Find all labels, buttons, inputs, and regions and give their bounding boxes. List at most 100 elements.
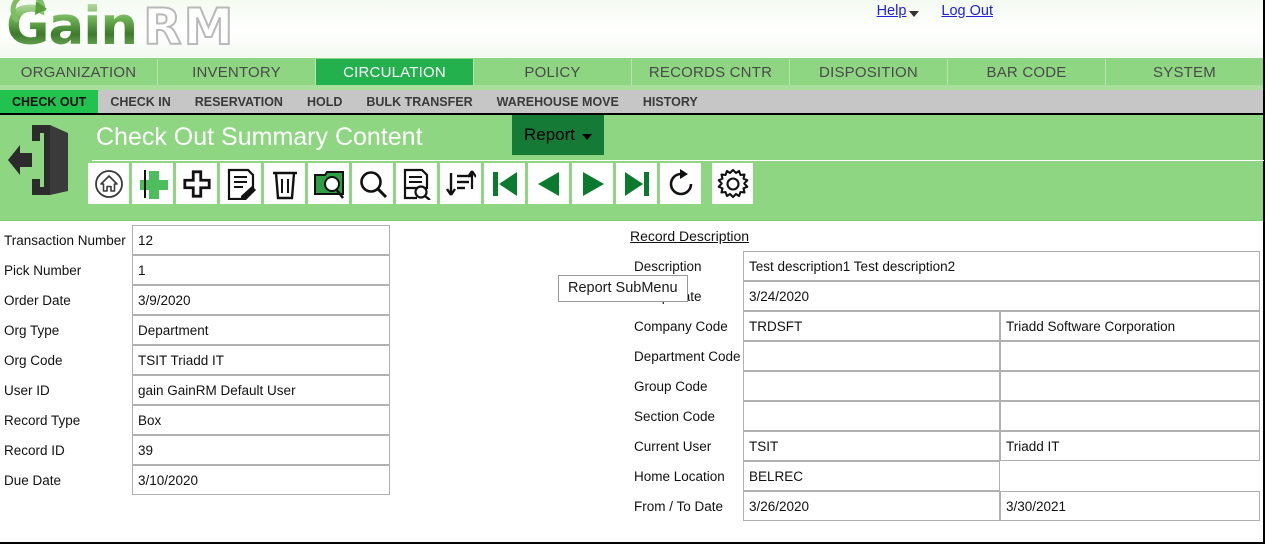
label-user-id: User ID — [4, 382, 50, 398]
field-row-org-code: Org Code TSIT Triadd IT — [0, 345, 392, 375]
field-row-home-location: Home Location BELREC — [630, 461, 1260, 491]
chevron-down-icon — [909, 10, 920, 17]
find-document-icon[interactable] — [396, 163, 437, 204]
label-order-date: Order Date — [4, 292, 71, 308]
field-row-current-user: Current User TSIT Triadd IT — [630, 431, 1260, 461]
delete-trash-icon[interactable] — [264, 163, 305, 204]
subnav-item-reservation[interactable]: RESERVATION — [183, 90, 295, 113]
subnav-item-warehouse-move[interactable]: WAREHOUSE MOVE — [485, 90, 631, 113]
input-setup-date[interactable]: 3/24/2020 — [743, 281, 1260, 311]
content-area: Transaction Number 12 Pick Number 1 Orde… — [0, 221, 1263, 533]
edit-document-icon[interactable] — [220, 163, 261, 204]
input-company-code[interactable]: TRDSFT — [743, 311, 1000, 341]
logo-text-gain: Gain — [6, 0, 138, 57]
home-icon[interactable] — [88, 163, 129, 204]
input-group-name[interactable] — [1000, 371, 1260, 401]
nav-tab-policy[interactable]: POLICY — [474, 59, 632, 85]
input-org-code[interactable]: TSIT Triadd IT — [132, 345, 390, 375]
refresh-icon[interactable] — [660, 163, 701, 204]
label-group-code: Group Code — [634, 378, 708, 394]
chevron-down-icon — [582, 133, 593, 140]
exit-door-icon[interactable] — [6, 121, 78, 199]
nav-tab-records-cntr[interactable]: RECORDS CNTR — [632, 59, 790, 85]
logout-link[interactable]: Log Out — [941, 3, 993, 19]
field-row-setup-date: Setup Date 3/24/2020 — [630, 281, 1260, 311]
input-current-user-code[interactable]: TSIT — [743, 431, 1000, 461]
input-section-name[interactable] — [1000, 401, 1260, 431]
input-pick-number[interactable]: 1 — [132, 255, 390, 285]
nav-tab-inventory[interactable]: INVENTORY — [158, 59, 316, 85]
field-row-due-date: Due Date 3/10/2020 — [0, 465, 392, 495]
input-record-type[interactable]: Box — [132, 405, 390, 435]
report-button-label: Report — [524, 125, 576, 144]
label-home-location: Home Location — [634, 468, 725, 484]
label-transaction-number: Transaction Number — [4, 232, 126, 248]
input-due-date[interactable]: 3/10/2020 — [132, 465, 390, 495]
input-org-type[interactable]: Department — [132, 315, 390, 345]
input-from-date[interactable]: 3/26/2020 — [743, 491, 1000, 521]
subnav-filler — [710, 90, 1263, 113]
input-section-code[interactable] — [743, 401, 1000, 431]
input-to-date[interactable]: 3/30/2021 — [1000, 491, 1260, 521]
field-row-department-code: Department Code — [630, 341, 1260, 371]
label-org-type: Org Type — [4, 322, 60, 338]
field-row-pick-number: Pick Number 1 — [0, 255, 392, 285]
last-record-icon[interactable] — [616, 163, 657, 204]
input-current-user-name[interactable]: Triadd IT — [1000, 431, 1260, 461]
input-company-name[interactable]: Triadd Software Corporation — [1000, 311, 1260, 341]
input-user-id[interactable]: gain GainRM Default User — [132, 375, 390, 405]
field-row-record-type: Record Type Box — [0, 405, 392, 435]
nav-tab-organization[interactable]: ORGANIZATION — [0, 59, 158, 85]
field-row-group-code: Group Code — [630, 371, 1260, 401]
input-order-date[interactable]: 3/9/2020 — [132, 285, 390, 315]
logo-text-rm: RM — [142, 0, 236, 57]
top-links: Help Log Out — [877, 3, 993, 19]
nav-tab-system[interactable]: SYSTEM — [1106, 59, 1263, 85]
next-record-icon[interactable] — [572, 163, 613, 204]
input-home-location-name[interactable] — [1000, 461, 1260, 491]
nav-tab-circulation[interactable]: CIRCULATION — [316, 59, 474, 85]
previous-record-icon[interactable] — [528, 163, 569, 204]
field-row-org-type: Org Type Department — [0, 315, 392, 345]
label-org-code: Org Code — [4, 352, 63, 368]
help-link[interactable]: Help — [877, 3, 920, 19]
left-field-column: Transaction Number 12 Pick Number 1 Orde… — [0, 225, 392, 495]
page-title: Check Out Summary Content — [96, 123, 423, 151]
subnav-item-hold[interactable]: HOLD — [295, 90, 354, 113]
nav-tab-bar-code[interactable]: BAR CODE — [948, 59, 1106, 85]
field-row-order-date: Order Date 3/9/2020 — [0, 285, 392, 315]
label-section-code: Section Code — [634, 408, 716, 424]
subnav-item-check-out[interactable]: CHECK OUT — [0, 90, 99, 113]
input-transaction-number[interactable]: 12 — [132, 225, 390, 255]
label-pick-number: Pick Number — [4, 262, 82, 278]
help-link-label: Help — [876, 3, 907, 19]
search-magnifier-icon[interactable] — [352, 163, 393, 204]
report-dropdown-button[interactable]: Report — [512, 115, 605, 155]
label-department-code: Department Code — [634, 348, 741, 364]
input-description[interactable]: Test description1 Test description2 — [743, 251, 1260, 281]
subnav-item-bulk-transfer[interactable]: BULK TRANSFER — [354, 90, 484, 113]
scan-camera-icon[interactable] — [308, 163, 349, 204]
title-band: Check Out Summary Content Report Report … — [0, 113, 1264, 302]
nav-tab-disposition[interactable]: DISPOSITION — [790, 59, 948, 85]
application-window: Gain RM Help Log Out ORGANIZATION INVENT… — [0, 0, 1265, 544]
input-group-code[interactable] — [743, 371, 1000, 401]
sort-arrows-icon[interactable] — [440, 163, 481, 204]
settings-gear-icon[interactable] — [712, 163, 753, 204]
field-row-description: Description Test description1 Test descr… — [630, 251, 1260, 281]
subnav-item-check-in[interactable]: CHECK IN — [98, 90, 182, 113]
gainrm-logo: Gain RM — [6, 0, 236, 57]
label-record-type: Record Type — [4, 412, 81, 428]
subnav-item-history[interactable]: HISTORY — [631, 90, 710, 113]
input-home-location[interactable]: BELREC — [743, 461, 1000, 491]
add-plus-icon[interactable] — [176, 163, 217, 204]
record-description-heading: Record Description — [630, 228, 750, 244]
input-department-code[interactable] — [743, 341, 1000, 371]
input-record-id[interactable]: 39 — [132, 435, 390, 465]
title-underline — [92, 160, 1264, 161]
input-department-name[interactable] — [1000, 341, 1260, 371]
label-record-id: Record ID — [4, 442, 65, 458]
first-record-icon[interactable] — [484, 163, 525, 204]
insert-plus-icon[interactable] — [132, 163, 173, 204]
label-from-to-date: From / To Date — [634, 498, 724, 514]
